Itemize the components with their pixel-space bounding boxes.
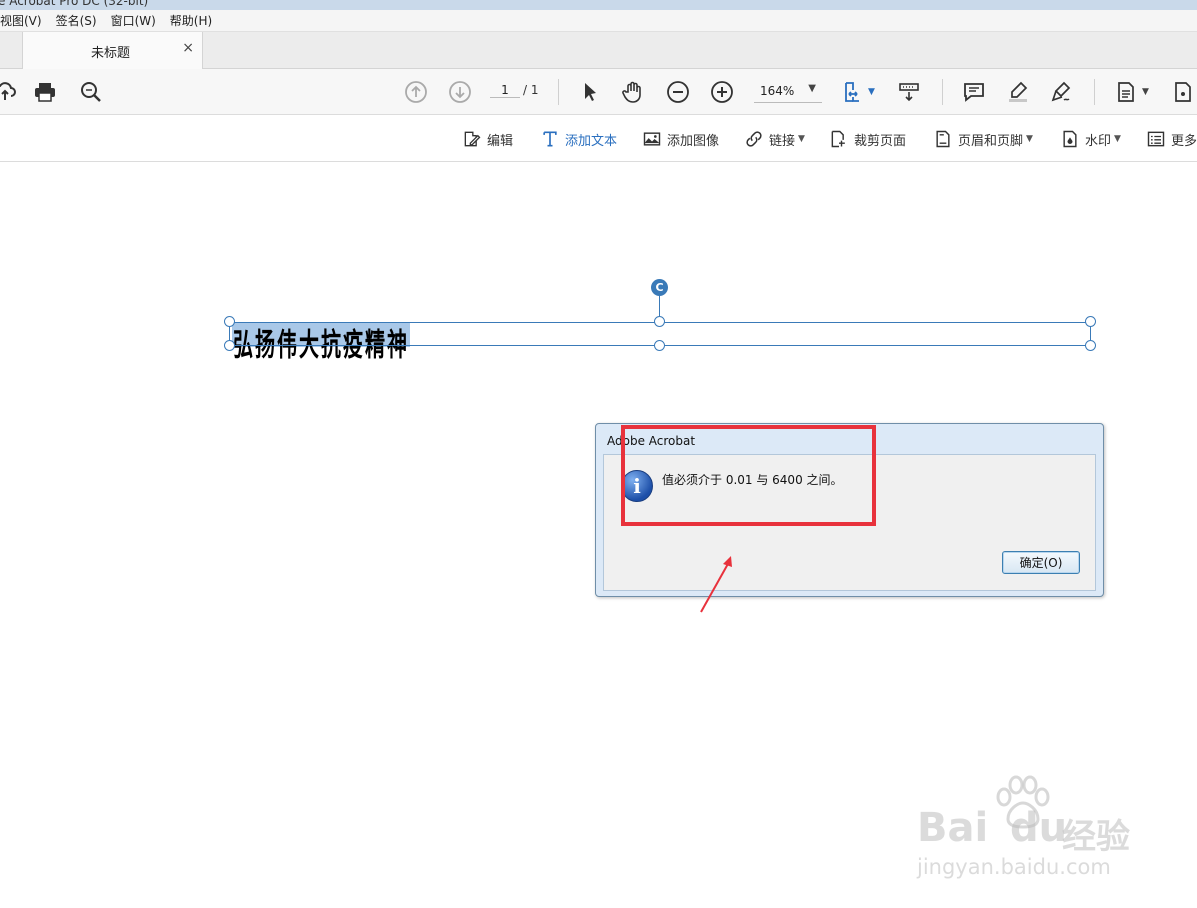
page-total: / 1 — [523, 83, 539, 97]
menu-sign[interactable]: 签名(S) — [56, 12, 97, 29]
rotate-glyph: C — [655, 281, 664, 294]
watermark-label: 水印 — [1085, 133, 1112, 149]
header-footer-label: 页眉和页脚 — [958, 133, 1024, 149]
zoom-level-dropdown[interactable]: 164% ▼ — [754, 83, 822, 103]
link-icon — [746, 131, 762, 147]
watermark-brand-2: du — [1010, 805, 1068, 851]
title-bar: e Acrobat Pro DC (32-bit) — [0, 0, 1197, 10]
toolbar-separator — [942, 79, 943, 105]
page-number-input[interactable]: 1 — [490, 83, 520, 98]
watermark-tool[interactable]: 水印 ▼ — [1060, 128, 1121, 150]
tab-close-icon[interactable]: × — [182, 40, 194, 56]
page-down-icon[interactable] — [447, 79, 473, 105]
resize-handle-top-right[interactable] — [1085, 316, 1096, 327]
toolbar-separator — [1094, 79, 1095, 105]
edit-tool[interactable]: 编辑 — [462, 128, 513, 150]
sign-icon[interactable] — [1049, 79, 1075, 105]
crop-icon — [831, 130, 845, 148]
zoom-search-icon[interactable] — [78, 79, 104, 105]
annotation-highlight-box — [621, 425, 876, 526]
header-footer-tool[interactable]: 页眉和页脚 ▼ — [933, 128, 1033, 150]
resize-handle-top-center[interactable] — [654, 316, 665, 327]
add-image-tool[interactable]: 添加图像 — [642, 128, 719, 150]
hand-icon[interactable] — [620, 79, 646, 105]
header-footer-icon — [936, 130, 950, 148]
comment-icon[interactable] — [961, 79, 987, 105]
page-icon-2[interactable] — [1170, 79, 1196, 105]
tab-bar: 未标题 × — [0, 32, 1197, 69]
tab-title: 未标题 — [91, 46, 131, 61]
chevron-down-icon[interactable]: ▼ — [1142, 87, 1149, 97]
window-title: e Acrobat Pro DC (32-bit) — [0, 0, 149, 8]
resize-handle-bottom-left[interactable] — [224, 340, 235, 351]
scroll-mode-icon[interactable] — [896, 79, 922, 105]
ok-button[interactable]: 确定(O) — [1002, 551, 1080, 574]
zoom-in-icon[interactable] — [709, 79, 735, 105]
more-tool[interactable]: 更多 — [1146, 128, 1197, 150]
tab-untitled[interactable]: 未标题 × — [22, 32, 203, 69]
toolbar-separator — [558, 79, 559, 105]
rotate-handle-icon[interactable]: C — [651, 279, 668, 296]
chevron-down-icon[interactable]: ▼ — [868, 87, 875, 97]
more-list-icon — [1147, 131, 1165, 147]
more-label: 更多 — [1171, 133, 1197, 149]
select-arrow-icon[interactable] — [577, 79, 603, 105]
chevron-down-icon: ▼ — [1114, 134, 1121, 144]
menu-window[interactable]: 窗口(W) — [111, 12, 156, 29]
link-label: 链接 — [769, 133, 796, 149]
menu-view[interactable]: 视图(V) — [0, 12, 42, 29]
crop-page-tool[interactable]: 裁剪页面 — [829, 128, 906, 150]
edit-label: 编辑 — [487, 133, 514, 149]
link-tool[interactable]: 链接 ▼ — [744, 128, 805, 150]
watermark-brand: Bai — [917, 805, 989, 851]
fit-page-icon[interactable] — [840, 79, 866, 105]
baidu-watermark: Bai du 经验 jingyan.baidu.com — [912, 775, 1137, 885]
page-icon[interactable] — [1113, 79, 1139, 105]
crop-label: 裁剪页面 — [854, 133, 907, 149]
annotation-arrow-icon — [700, 556, 732, 613]
watermark-cn: 经验 — [1062, 817, 1130, 857]
main-toolbar: 1 / 1 164% ▼ ▼ ▼ — [0, 69, 1197, 115]
chevron-down-icon: ▼ — [798, 134, 805, 144]
highlight-icon[interactable] — [1005, 79, 1031, 105]
print-icon[interactable] — [32, 79, 58, 105]
cloud-upload-icon[interactable] — [0, 79, 18, 105]
page-up-icon[interactable] — [403, 79, 429, 105]
resize-handle-top-left[interactable] — [224, 316, 235, 327]
menu-help[interactable]: 帮助(H) — [170, 12, 212, 29]
add-text-label: 添加文本 — [565, 133, 618, 149]
edit-icon — [464, 131, 481, 147]
zoom-value: 164% — [760, 84, 795, 98]
resize-handle-bottom-right[interactable] — [1085, 340, 1096, 351]
image-icon — [643, 132, 661, 146]
add-image-label: 添加图像 — [667, 133, 720, 149]
watermark-url: jingyan.baidu.com — [917, 855, 1111, 879]
text-t-icon — [543, 131, 557, 147]
menu-bar: 视图(V) 签名(S) 窗口(W) 帮助(H) — [0, 10, 1197, 32]
zoom-out-icon[interactable] — [665, 79, 691, 105]
watermark-icon — [1063, 130, 1077, 148]
resize-handle-bottom-center[interactable] — [654, 340, 665, 351]
chevron-down-icon: ▼ — [808, 83, 816, 94]
chevron-down-icon: ▼ — [1026, 134, 1033, 144]
edit-toolbar: 编辑 添加文本 添加图像 链接 ▼ 裁剪页面 页眉和页脚 ▼ 水印 ▼ 更多 — [0, 116, 1197, 162]
add-text-tool[interactable]: 添加文本 — [540, 128, 617, 150]
